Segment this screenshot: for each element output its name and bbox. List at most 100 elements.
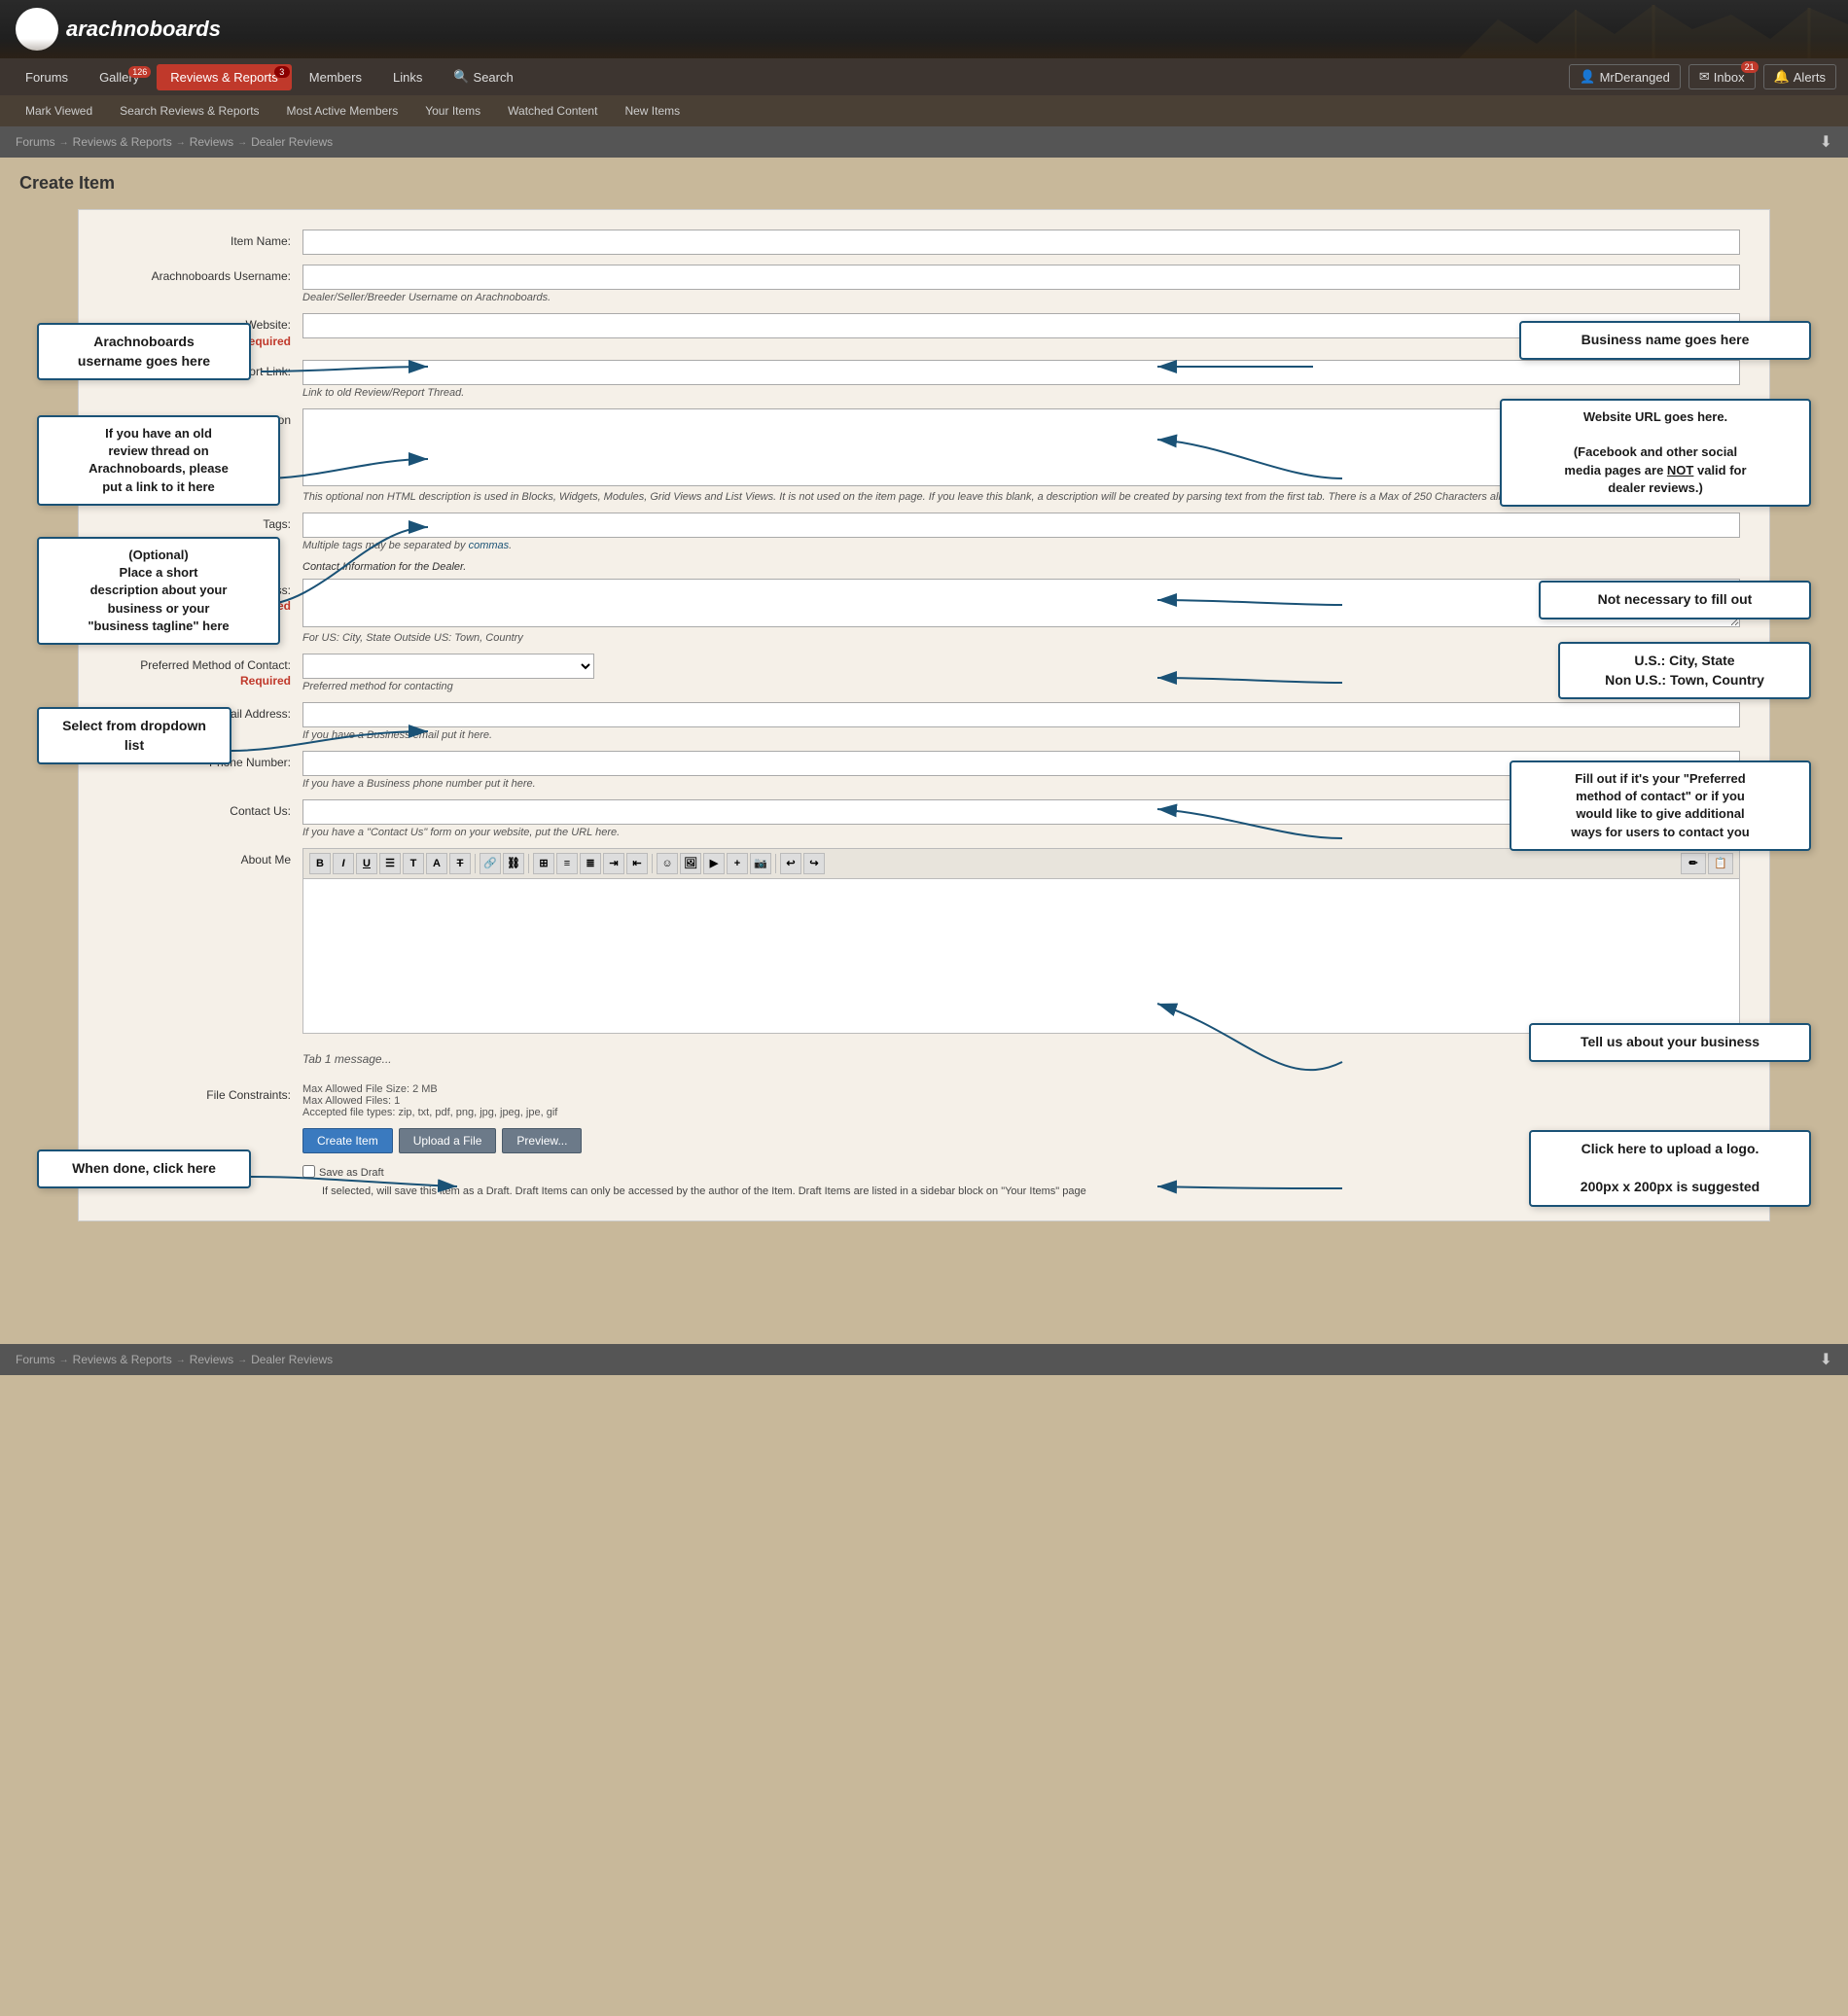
contact-method-row: Preferred Method of Contact: Required Em…: [108, 654, 1740, 692]
sub-nav-search[interactable]: Search Reviews & Reports: [106, 98, 272, 124]
site-logo[interactable]: 🕷 arachnoboards: [16, 8, 221, 51]
tags-hint: Multiple tags may be separated by commas…: [302, 540, 1740, 551]
action-buttons: Create Item Upload a File Preview...: [108, 1128, 1740, 1153]
nav-right: 👤 MrDeranged ✉ Inbox 21 🔔 Alerts: [1569, 64, 1836, 89]
annotation-not-necessary: Not necessary to fill out: [1539, 581, 1811, 619]
address-field: For US: City, State Outside US: Town, Co…: [302, 579, 1740, 644]
breadcrumb-dealer-reviews[interactable]: Dealer Reviews: [251, 135, 333, 149]
about-me-row: About Me B I U ☰ T A T 🔗 ⛓ ⊞ ≡: [108, 848, 1740, 1037]
nav-inbox[interactable]: ✉ Inbox 21: [1688, 64, 1756, 89]
annotation-business: Business name goes here: [1519, 321, 1811, 360]
site-name: arachnoboards: [66, 17, 221, 42]
nav-user[interactable]: 👤 MrDeranged: [1569, 64, 1680, 89]
rte-unlink[interactable]: ⛓: [503, 853, 524, 874]
upload-file-button[interactable]: Upload a File: [399, 1128, 497, 1153]
sub-nav-your-items[interactable]: Your Items: [411, 98, 494, 124]
rte-font[interactable]: A: [426, 853, 447, 874]
email-hint: If you have a Business email put it here…: [302, 729, 1740, 741]
inbox-icon: ✉: [1699, 69, 1710, 85]
header-bg-decoration: [1459, 0, 1848, 58]
username-row: Arachnoboards Username: Dealer/Seller/Br…: [108, 265, 1740, 303]
about-me-textarea[interactable]: [302, 878, 1740, 1034]
item-name-row: Item Name:: [108, 230, 1740, 255]
prev-review-input[interactable]: [302, 360, 1740, 385]
website-row: Website: Required: [108, 313, 1740, 350]
contact-method-select[interactable]: Email Phone Website Form: [302, 654, 594, 679]
tags-hint-link[interactable]: commas: [469, 540, 510, 551]
rte-image[interactable]: 🖼: [680, 853, 701, 874]
rte-underline[interactable]: U: [356, 853, 377, 874]
breadcrumb-sep-3: →: [237, 137, 247, 148]
file-constraints-row: File Constraints: Max Allowed File Size:…: [108, 1083, 1740, 1118]
rte-indent[interactable]: ⇥: [603, 853, 624, 874]
save-draft-label[interactable]: Save as Draft: [302, 1165, 1740, 1183]
item-name-input[interactable]: [302, 230, 1740, 255]
footer-sep-1: →: [59, 1355, 69, 1365]
rte-camera[interactable]: 📷: [750, 853, 771, 874]
save-draft-checkbox[interactable]: [302, 1165, 315, 1178]
item-name-label: Item Name:: [108, 230, 302, 250]
main-nav: Forums Gallery 126 Reviews & Reports 3 M…: [0, 58, 1848, 95]
rte-list-ol[interactable]: ≣: [580, 853, 601, 874]
nav-alerts[interactable]: 🔔 Alerts: [1763, 64, 1836, 89]
rte-link[interactable]: 🔗: [480, 853, 501, 874]
create-item-form: Item Name: Arachnoboards Username: Deale…: [78, 209, 1770, 1221]
tags-input[interactable]: [302, 513, 1740, 538]
username-input[interactable]: [302, 265, 1740, 290]
contact-us-label: Contact Us:: [108, 799, 302, 820]
inbox-badge: 21: [1741, 61, 1759, 73]
download-icon[interactable]: ⬇: [1820, 132, 1832, 152]
email-input[interactable]: [302, 702, 1740, 727]
annotation-about: Tell us about your business: [1529, 1023, 1811, 1062]
rte-italic[interactable]: I: [333, 853, 354, 874]
rte-strikethrough[interactable]: T: [449, 853, 471, 874]
nav-members[interactable]: Members: [296, 64, 375, 90]
footer-sep-3: →: [237, 1355, 247, 1365]
footer-download-icon[interactable]: ⬇: [1820, 1350, 1832, 1369]
main-content: Create Item Arachnoboardsusername goes h…: [0, 158, 1848, 1325]
rte-add[interactable]: +: [727, 853, 748, 874]
rte-redo[interactable]: ↪: [803, 853, 825, 874]
contact-us-row: Contact Us: If you have a "Contact Us" f…: [108, 799, 1740, 838]
footer-breadcrumb-dealer[interactable]: Dealer Reviews: [251, 1353, 333, 1366]
rte-fullscreen[interactable]: 📋: [1708, 853, 1733, 874]
breadcrumb-forums[interactable]: Forums: [16, 135, 55, 149]
breadcrumb-reviews[interactable]: Reviews: [190, 135, 233, 149]
rte-table[interactable]: ⊞: [533, 853, 554, 874]
nav-forums[interactable]: Forums: [12, 64, 82, 90]
prev-review-hint: Link to old Review/Report Thread.: [302, 387, 1740, 399]
footer-breadcrumb-forums[interactable]: Forums: [16, 1353, 55, 1366]
sub-nav-mark-viewed[interactable]: Mark Viewed: [12, 98, 106, 124]
tags-field: Multiple tags may be separated by commas…: [302, 513, 1740, 551]
username: MrDeranged: [1600, 70, 1670, 85]
sub-nav-watched[interactable]: Watched Content: [494, 98, 611, 124]
rte-bold[interactable]: B: [309, 853, 331, 874]
rte-media[interactable]: ▶: [703, 853, 725, 874]
breadcrumb-reviews-reports[interactable]: Reviews & Reports: [73, 135, 172, 149]
rte-source[interactable]: ✏: [1681, 853, 1706, 874]
file-size: Max Allowed File Size: 2 MB: [302, 1083, 1740, 1095]
sub-nav-new-items[interactable]: New Items: [611, 98, 693, 124]
rte-bullet[interactable]: ☰: [379, 853, 401, 874]
nav-search[interactable]: 🔍 Search: [440, 63, 526, 90]
site-header: 🕷 arachnoboards: [0, 0, 1848, 58]
footer-breadcrumb-reviews2[interactable]: Reviews: [190, 1353, 233, 1366]
rte-emoji[interactable]: ☺: [657, 853, 678, 874]
nav-links[interactable]: Links: [379, 64, 436, 90]
address-row: Address: Required For US: City, State Ou…: [108, 579, 1740, 644]
rte-sep-1: [475, 854, 476, 873]
email-row: Email Address: If you have a Business em…: [108, 702, 1740, 741]
nav-gallery[interactable]: Gallery 126: [86, 64, 153, 90]
sub-nav-most-active[interactable]: Most Active Members: [273, 98, 412, 124]
footer-breadcrumb-reviews[interactable]: Reviews & Reports: [73, 1353, 172, 1366]
preview-button[interactable]: Preview...: [502, 1128, 582, 1153]
about-me-label: About Me: [108, 848, 302, 868]
rte-outdent[interactable]: ⇤: [626, 853, 648, 874]
rte-text[interactable]: T: [403, 853, 424, 874]
create-item-button[interactable]: Create Item: [302, 1128, 393, 1153]
prev-review-row: Previous Review/Report Link: Link to old…: [108, 360, 1740, 399]
rte-undo[interactable]: ↩: [780, 853, 801, 874]
address-textarea[interactable]: [302, 579, 1740, 627]
nav-reviews[interactable]: Reviews & Reports 3: [157, 64, 292, 90]
rte-list-ul[interactable]: ≡: [556, 853, 578, 874]
